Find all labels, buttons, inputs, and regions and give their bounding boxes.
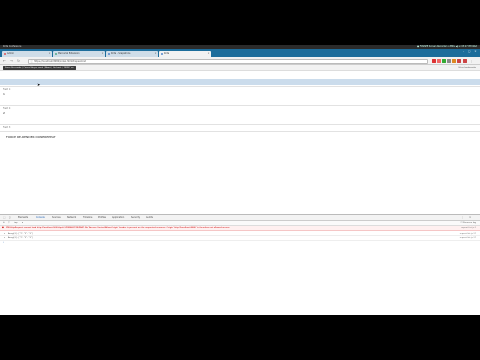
bookmark-chip[interactable]: Force Re-render | Cancel Async work | Ab… — [3, 65, 76, 71]
tab-favicon-icon — [3, 52, 6, 56]
field-1-label: Field 1: — [3, 88, 11, 91]
field-3-label: Field 3: — [3, 126, 11, 129]
devtools-panel: ⬚ ▯ Elements Console Sources Network Tim… — [0, 214, 480, 315]
error-source-link[interactable]: repeat-list.js:1 — [461, 226, 476, 230]
address-url: https://localhost:8080/index.html#repeat… — [34, 59, 86, 63]
address-bar[interactable]: ⓘ https://localhost:8080/index.html#repe… — [28, 58, 428, 65]
back-arrow-icon[interactable]: ← — [3, 59, 6, 64]
extension-icon[interactable] — [463, 59, 467, 63]
error-message: XMLHttpRequest cannot load http://localh… — [6, 227, 231, 229]
browser-tab-strip: Admin × Mercurial Extension × Krita - Sc… — [0, 49, 480, 57]
expand-arrow-icon[interactable]: ▸ — [4, 236, 5, 241]
field-2-value: 2 — [3, 111, 5, 115]
extension-icon[interactable] — [447, 59, 451, 63]
extension-icon[interactable] — [457, 59, 461, 63]
page-content: ➤ Field 1: 1 Field 2: 2 Field 3: FORCE R… — [0, 71, 480, 214]
menu-icon[interactable]: ⋮ — [470, 59, 473, 64]
extension-icon[interactable] — [437, 59, 441, 63]
console-log-row[interactable]: ▸ Array[3] : ["1", "2", "3"] repeat-list… — [0, 236, 480, 241]
log-message: Array[3] : ["1", "2", "3"] — [8, 237, 33, 239]
page-info-icon[interactable]: ⓘ — [31, 60, 33, 65]
browser-toolbar: ← → ↻ ⓘ https://localhost:8080/index.htm… — [0, 57, 480, 65]
tab-label: Mercurial Extension — [58, 52, 80, 55]
console-prompt-icon[interactable]: › — [3, 241, 4, 244]
screen: Krita Conference ● FOSSEE Screen Recorde… — [0, 45, 480, 315]
highlighted-row — [0, 79, 480, 85]
window-controls[interactable]: – ▢ × — [463, 50, 478, 53]
extension-icon[interactable] — [432, 59, 436, 63]
tab-label: Krita — [164, 52, 170, 55]
tab-favicon-icon — [107, 52, 110, 56]
divider — [0, 86, 480, 87]
tab-favicon-icon — [160, 52, 163, 56]
field-2-label: Field 2: — [3, 107, 11, 110]
log-source-link[interactable]: repeat-list.js:17 — [460, 236, 476, 241]
extension-icon[interactable] — [442, 59, 446, 63]
field-1-value: 1 — [3, 92, 5, 96]
console-error-row[interactable]: ● XMLHttpRequest cannot load http://loca… — [0, 226, 480, 231]
extension-icon[interactable] — [452, 59, 456, 63]
divider — [0, 105, 480, 106]
error-icon: ● — [2, 227, 4, 229]
force-rerender-text: FORCE RE-RENDER DONEREPEAT — [6, 135, 56, 139]
divider — [0, 131, 480, 132]
reload-icon[interactable]: ↻ — [17, 59, 20, 64]
tab-label: Admin — [7, 52, 14, 55]
tab-label: Krita - Scapstrons — [111, 52, 131, 55]
divider — [0, 124, 480, 125]
forward-arrow-icon[interactable]: → — [10, 59, 13, 64]
preserve-log-label: Preserve log — [463, 222, 476, 224]
tab-favicon-icon — [54, 52, 57, 56]
